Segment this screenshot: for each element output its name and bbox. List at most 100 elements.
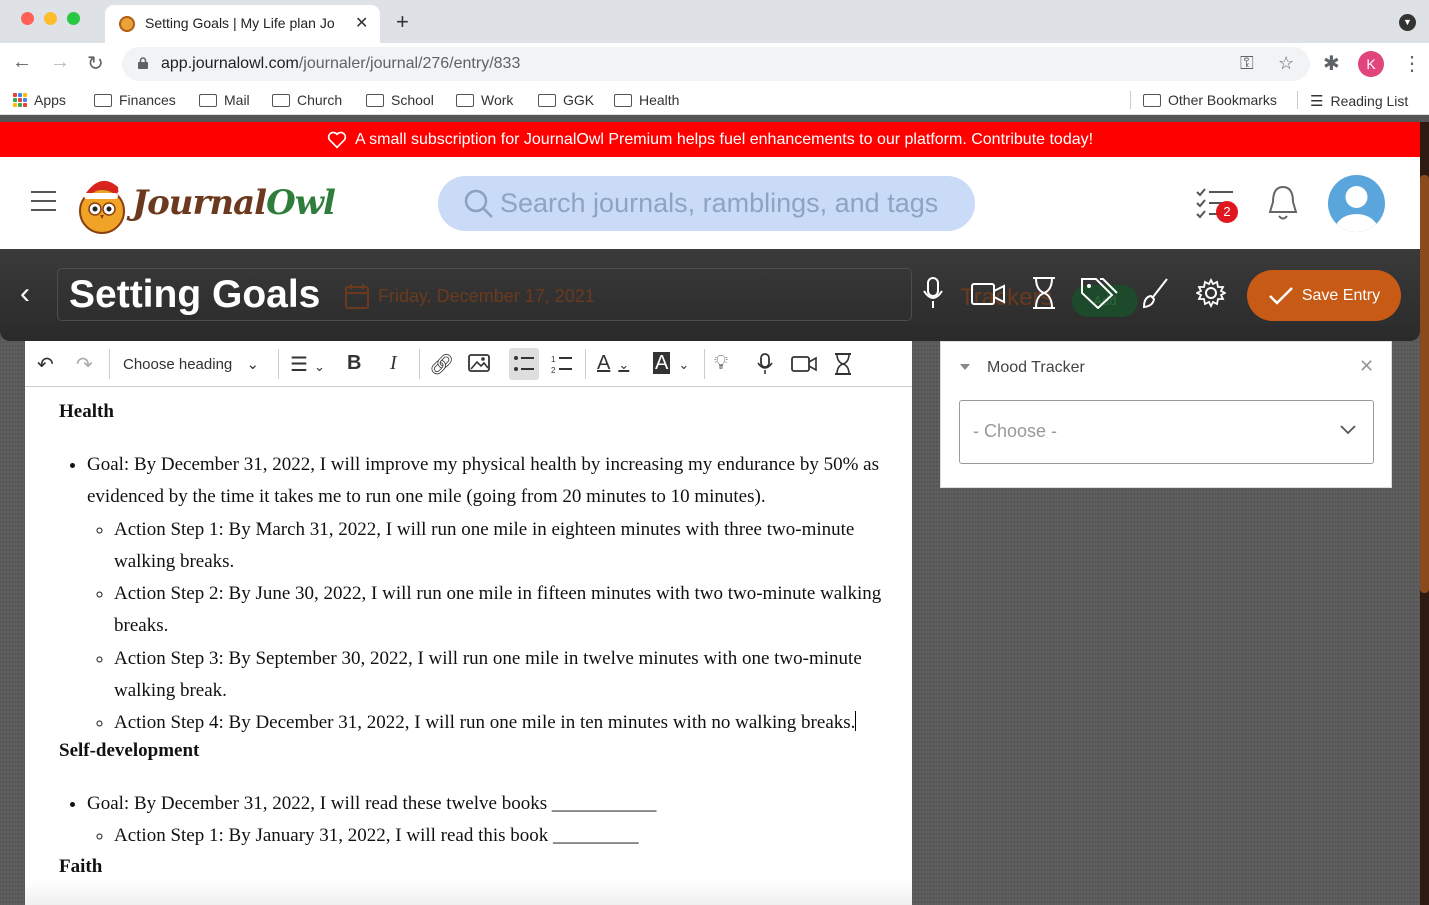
health-goals-list: Goal: By December 31, 2022, I will impro… [59,449,889,740]
editor-bottom-fade [25,880,912,905]
tasks-count-badge: 2 [1216,201,1238,223]
redo-icon[interactable]: ↷ [76,352,93,377]
title-field[interactable]: Setting Goals Friday, December 17, 2021 [57,268,912,321]
undo-icon[interactable]: ↶ [37,352,54,377]
italic-icon[interactable]: I [390,352,397,375]
window-close-button[interactable] [21,12,34,25]
video-icon[interactable] [791,356,817,372]
folder-icon [538,93,556,107]
tags-icon[interactable] [1080,277,1118,309]
window-minimize-button[interactable] [44,12,57,25]
folder-icon [366,93,384,107]
extensions-icon[interactable]: ✱ [1323,51,1340,76]
tab-close-icon[interactable]: ✕ [355,13,368,33]
list-item: Action Step 3: By September 30, 2022, I … [114,643,889,708]
hourglass-icon[interactable] [1032,277,1056,309]
back-chevron-icon[interactable]: ‹ [20,277,30,311]
bell-icon[interactable] [1266,184,1300,222]
back-arrow-icon[interactable]: ← [12,51,32,74]
page-scrollbar-thumb[interactable] [1420,175,1429,593]
user-avatar[interactable] [1328,175,1385,232]
favicon-icon [119,16,135,32]
entry-body[interactable]: Health Goal: By December 31, 2022, I wil… [59,397,889,896]
mood-select-value: - Choose - [973,421,1058,441]
prompt-lightbulb-icon[interactable]: 💡︎ [714,352,728,375]
image-icon[interactable] [468,354,490,372]
search-box[interactable] [438,176,975,231]
list-item: Action Step 1: By March 31, 2022, I will… [114,514,889,579]
bullet-list-icon[interactable] [513,355,535,373]
key-icon[interactable]: ⚿ [1240,53,1254,74]
action-steps-list: Action Step 1: By January 31, 2022, I wi… [87,820,889,852]
promo-banner[interactable]: A small subscription for JournalOwl Prem… [0,122,1420,157]
bookmark-other[interactable]: Other Bookmarks [1143,92,1277,108]
toolbar-separator [278,349,279,379]
toolbar-separator [419,349,420,379]
mood-select[interactable]: - Choose - [959,400,1374,464]
reading-list[interactable]: ☰ Reading List [1310,92,1408,110]
video-camera-icon[interactable] [971,283,1005,305]
tab-search-icon[interactable]: ▼ [1399,14,1416,31]
reload-icon[interactable]: ↻ [87,51,104,76]
list-item: Action Step 2: By June 30, 2022, I will … [114,578,889,643]
profile-avatar[interactable]: K [1358,51,1384,77]
align-icon[interactable]: ☰ ⌄ [290,352,325,377]
calendar-icon[interactable] [345,283,369,309]
search-icon [464,189,493,218]
folder-icon [94,93,112,107]
numbered-list-icon[interactable]: 12 [551,354,573,374]
svg-text:2: 2 [551,366,556,374]
hamburger-menu-icon[interactable] [31,191,56,218]
kebab-menu-icon[interactable]: ⋮ [1402,51,1422,76]
action-steps-list: Action Step 1: By March 31, 2022, I will… [87,514,889,740]
address-bar[interactable]: app.journalowl.com/journaler/journal/276… [122,47,1310,81]
bookmark-ggk[interactable]: GGK [538,92,594,108]
folder-icon [272,93,290,107]
font-color-icon[interactable]: A ⌄ [597,352,629,375]
save-entry-button[interactable]: Save Entry [1247,270,1401,321]
owl-logo-icon[interactable] [76,173,130,235]
bookmark-separator [1130,91,1131,109]
window-zoom-button[interactable] [67,12,80,25]
entry-editor[interactable]: ↶ ↷ Choose heading ⌄ ☰ ⌄ B I 🔗︎ 12 A ⌄ A ⌄ … [25,341,912,905]
forward-arrow-icon[interactable]: → [50,51,70,74]
list-item: Action Step 1: By January 31, 2022, I wi… [114,820,889,852]
bookmark-church[interactable]: Church [272,92,342,108]
browser-tab-active[interactable]: Setting Goals | My Life plan Jou ✕ [105,5,380,43]
background-color-icon[interactable]: A ⌄ [653,352,689,375]
gear-icon[interactable] [1196,278,1226,308]
mood-tracker-label: Mood Tracker [987,359,1085,376]
remove-tracker-icon[interactable]: ✕ [1359,356,1374,377]
app-header: JournalOwl 2 [0,157,1420,249]
bookmark-work[interactable]: Work [456,92,513,108]
folder-icon [456,93,474,107]
logo-text[interactable]: JournalOwl [132,183,336,223]
search-input[interactable] [500,186,960,220]
bold-icon[interactable]: B [347,352,361,375]
entry-toolbar: ‹ Setting Goals Friday, December 17, 202… [0,249,1420,341]
bookmark-mail[interactable]: Mail [199,92,250,108]
toolbar-separator [704,349,705,379]
url-text: app.journalowl.com/journaler/journal/276… [161,55,521,72]
collapse-caret-icon[interactable] [960,364,970,370]
microphone-icon[interactable] [757,353,773,375]
list-item: Goal: By December 31, 2022, I will impro… [87,449,889,740]
paintbrush-icon[interactable] [1141,277,1169,309]
text-caret [855,711,857,732]
star-icon[interactable]: ☆ [1278,53,1294,74]
hourglass-icon[interactable] [834,353,852,375]
toolbar-separator [585,349,586,379]
bookmark-school[interactable]: School [366,92,434,108]
bookmark-health[interactable]: Health [614,92,679,108]
new-tab-icon[interactable]: + [396,9,409,35]
self-development-goals-list: Goal: By December 31, 2022, I will read … [59,788,889,853]
banner-text: A small subscription for JournalOwl Prem… [354,130,1094,148]
bookmark-finances[interactable]: Finances [94,92,176,108]
editor-toolbar: ↶ ↷ Choose heading ⌄ ☰ ⌄ B I 🔗︎ 12 A ⌄ A ⌄ … [25,341,912,387]
entry-date[interactable]: Friday, December 17, 2021 [378,286,595,307]
link-icon[interactable]: 🔗︎ [429,352,454,377]
heading-dropdown[interactable]: Choose heading ⌄ [123,355,259,373]
tab-title: Setting Goals | My Life plan Jou [145,15,335,31]
microphone-icon[interactable] [922,277,944,309]
bookmark-apps[interactable]: Apps [13,92,66,108]
